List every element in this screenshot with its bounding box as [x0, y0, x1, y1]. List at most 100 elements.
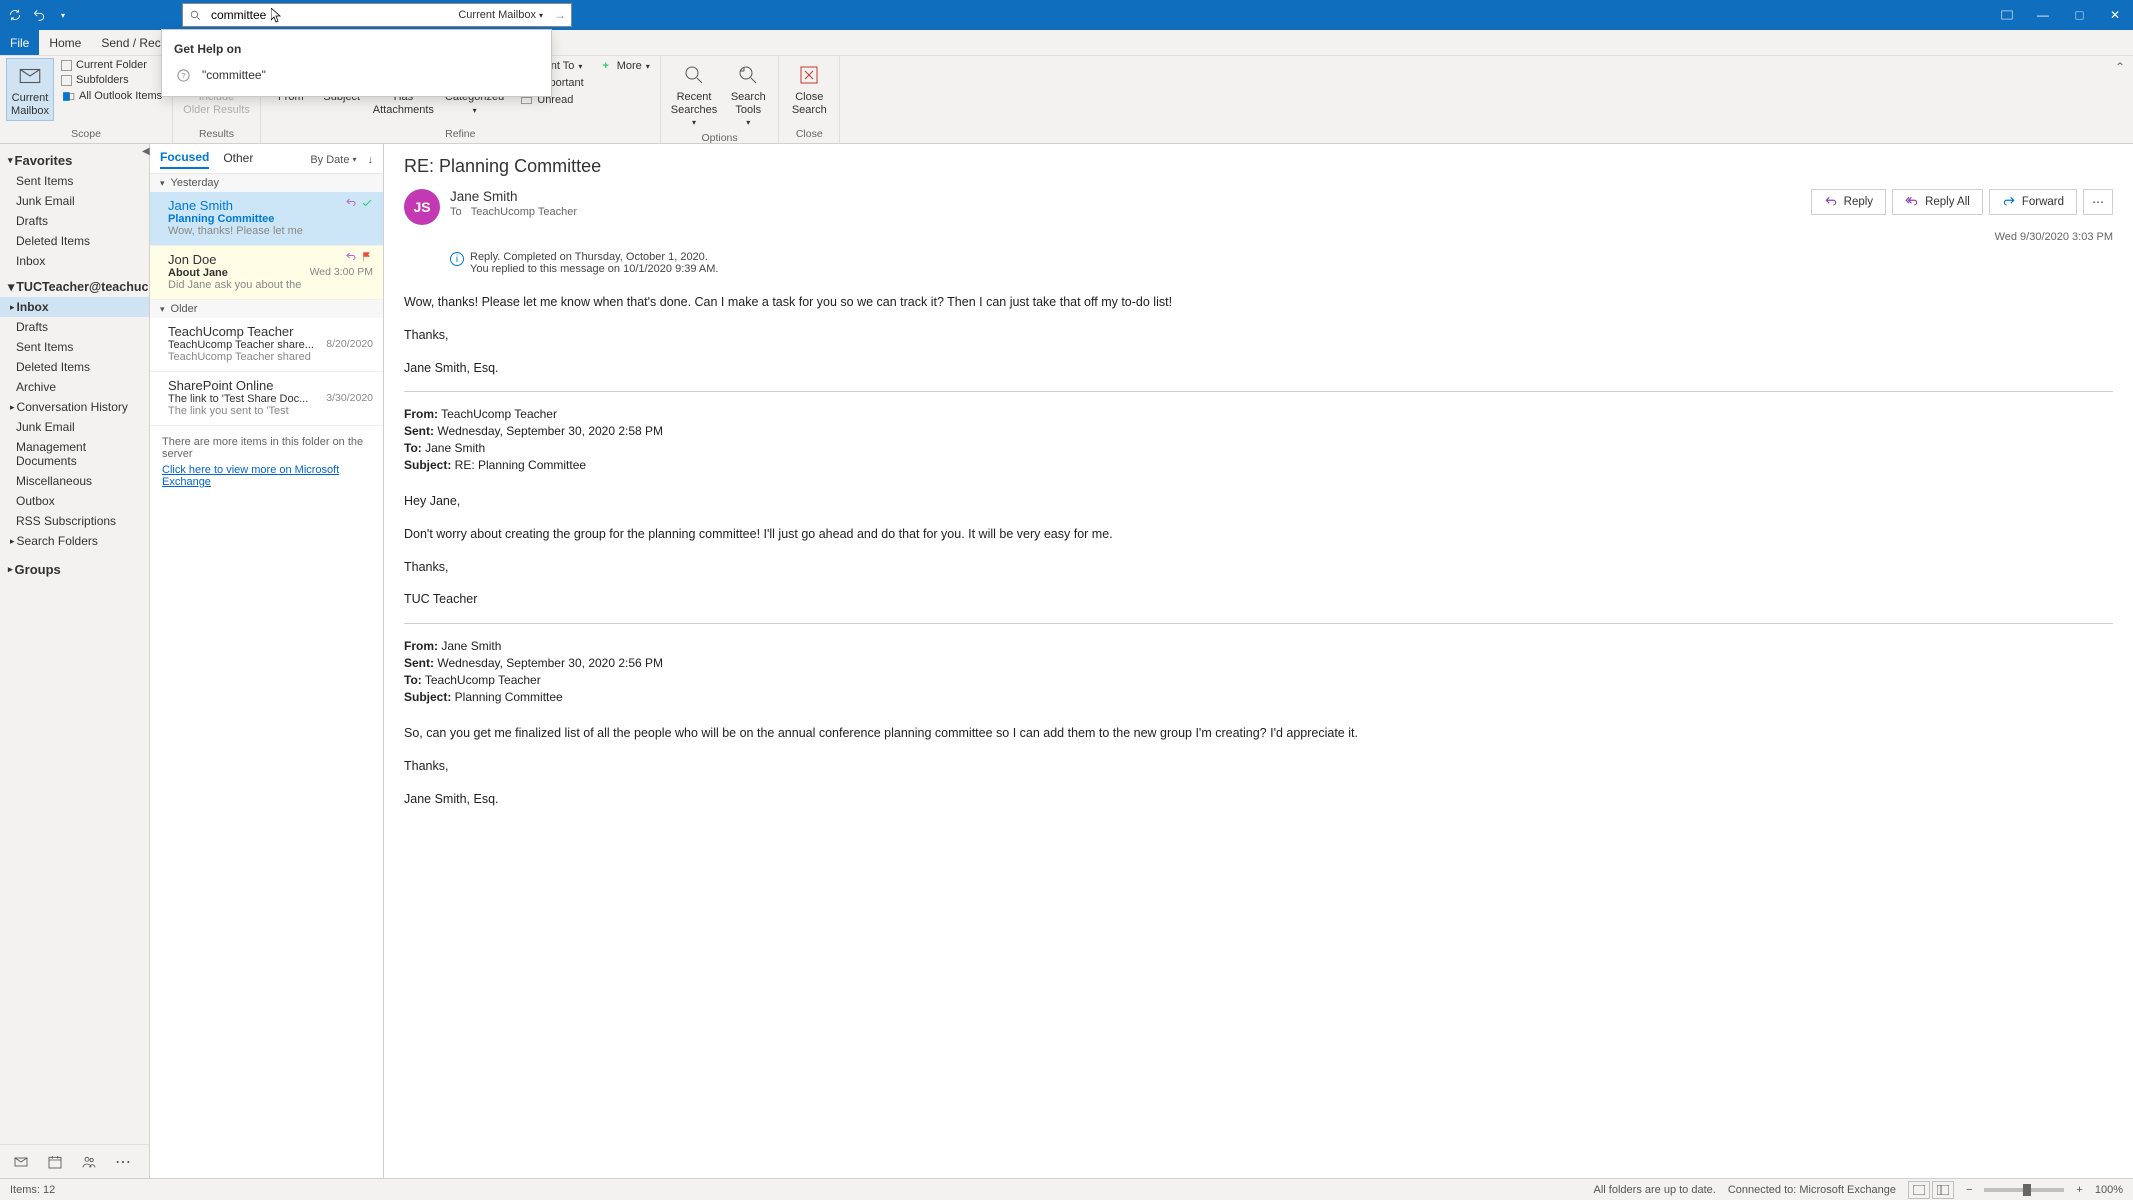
- forward-button[interactable]: Forward: [1989, 189, 2077, 215]
- folder-junk[interactable]: Junk Email: [0, 417, 149, 437]
- load-more-link[interactable]: Click here to view more on Microsoft Exc…: [162, 464, 371, 488]
- help-suggestion-item[interactable]: ? "committee": [162, 62, 551, 88]
- undo-icon[interactable]: [30, 6, 48, 24]
- view-reading-icon[interactable]: [1932, 1181, 1954, 1199]
- zoom-in-icon[interactable]: +: [2076, 1184, 2082, 1196]
- maximize-icon[interactable]: [2067, 3, 2091, 27]
- avatar: JS: [404, 189, 440, 225]
- scope-current-mailbox[interactable]: Current Mailbox: [6, 58, 54, 121]
- svg-text:?: ?: [181, 71, 185, 80]
- menu-home[interactable]: Home: [39, 30, 91, 55]
- message-preview: Did Jane ask you about the: [168, 279, 373, 291]
- close-search-icon: [795, 61, 823, 89]
- group-older[interactable]: ▾Older: [150, 300, 383, 318]
- reply-icon: [345, 197, 357, 209]
- account-section[interactable]: ▾TUCTeacher@teachuc...: [0, 271, 149, 297]
- folder-misc[interactable]: Miscellaneous: [0, 471, 149, 491]
- minimize-icon[interactable]: —: [2031, 3, 2055, 27]
- scope-all-outlook[interactable]: All Outlook Items: [57, 88, 166, 104]
- close-icon[interactable]: ✕: [2103, 3, 2127, 27]
- chevron-right-icon: ▸: [8, 564, 13, 575]
- folder-inbox-fav[interactable]: Inbox: [0, 251, 149, 271]
- message-preview: The link you sent to 'Test: [168, 405, 373, 417]
- chevron-right-icon: ▸: [10, 302, 15, 313]
- sort-dropdown[interactable]: By Date▾↓: [310, 154, 373, 166]
- folder-junk-fav[interactable]: Junk Email: [0, 191, 149, 211]
- search-tools[interactable]: Search Tools▾: [724, 58, 772, 130]
- message-preview: TeachUcomp Teacher shared: [168, 351, 373, 363]
- folder-deleted-fav[interactable]: Deleted Items: [0, 231, 149, 251]
- folder-inbox[interactable]: ▸Inbox: [0, 297, 149, 317]
- more-actions-button[interactable]: ⋯: [2083, 189, 2113, 215]
- refine-more[interactable]: +More▾: [595, 58, 654, 74]
- message-item[interactable]: SharePoint Online 3/30/2020 The link to …: [150, 372, 383, 426]
- folder-drafts[interactable]: Drafts: [0, 317, 149, 337]
- message-date: 8/20/2020: [326, 338, 373, 350]
- view-normal-icon[interactable]: [1908, 1181, 1930, 1199]
- people-nav-icon[interactable]: [80, 1153, 98, 1171]
- zoom-out-icon[interactable]: −: [1966, 1184, 1972, 1196]
- reply-icon: [1824, 195, 1838, 209]
- menu-file[interactable]: File: [0, 30, 39, 55]
- qat-dropdown-icon[interactable]: ▾: [54, 6, 72, 24]
- folder-rss[interactable]: RSS Subscriptions: [0, 511, 149, 531]
- recent-searches[interactable]: Recent Searches▾: [667, 58, 721, 130]
- menu-send-receive[interactable]: Send / Rec: [91, 30, 170, 55]
- search-icon: [183, 9, 207, 22]
- folder-management-docs[interactable]: Management Documents: [0, 437, 149, 471]
- zoom-level: 100%: [2095, 1184, 2123, 1196]
- folder-pane-collapse-icon[interactable]: ◀: [138, 144, 154, 159]
- plus-icon: +: [599, 59, 613, 73]
- folder-sent-items[interactable]: Sent Items: [0, 337, 149, 357]
- message-item[interactable]: Jon Doe Wed 3:00 PM About Jane Did Jane …: [150, 246, 383, 300]
- groups-section[interactable]: ▸Groups: [0, 559, 149, 580]
- folder-archive[interactable]: Archive: [0, 377, 149, 397]
- zoom-slider[interactable]: [1984, 1188, 2064, 1192]
- quoted-header: From: TeachUcomp Teacher Sent: Wednesday…: [404, 406, 2113, 473]
- message-date: 3/30/2020: [326, 392, 373, 404]
- search-submit-icon[interactable]: →: [549, 8, 571, 22]
- reply-all-button[interactable]: Reply All: [1892, 189, 1983, 215]
- folder-drafts-fav[interactable]: Drafts: [0, 211, 149, 231]
- search-input[interactable]: [207, 8, 452, 22]
- display-options-icon[interactable]: [1995, 3, 2019, 27]
- message-from: TeachUcomp Teacher: [168, 324, 373, 339]
- item-count: Items: 12: [10, 1184, 55, 1196]
- close-search[interactable]: Close Search: [785, 58, 833, 119]
- reading-pane: RE: Planning Committee JS Jane Smith To …: [384, 144, 2133, 1178]
- ribbon-collapse-icon[interactable]: ⌃: [2107, 56, 2133, 143]
- reading-timestamp: Wed 9/30/2020 3:03 PM: [1995, 231, 2113, 243]
- chevron-down-icon: ▾: [160, 178, 165, 189]
- more-nav-icon[interactable]: ⋯: [114, 1153, 132, 1171]
- tab-focused[interactable]: Focused: [160, 150, 209, 169]
- chevron-down-icon: ▾: [8, 155, 13, 166]
- reading-body[interactable]: Wow, thanks! Please let me know when tha…: [384, 279, 2133, 1178]
- help-icon: ?: [174, 66, 192, 84]
- calendar-nav-icon[interactable]: [46, 1153, 64, 1171]
- sync-icon[interactable]: [6, 6, 24, 24]
- scope-subfolders[interactable]: Subfolders: [57, 73, 166, 87]
- statusbar: Items: 12 All folders are up to date. Co…: [0, 1178, 2133, 1200]
- tab-other[interactable]: Other: [223, 151, 253, 168]
- flag-icon: [361, 251, 373, 263]
- reply-icon: [345, 251, 357, 263]
- folder-pane: ▾Favorites Sent Items Junk Email Drafts …: [0, 144, 150, 1178]
- reply-button[interactable]: Reply: [1811, 189, 1886, 215]
- forward-icon: [2002, 195, 2016, 209]
- search-scope-dropdown[interactable]: Current Mailbox▾: [452, 9, 549, 21]
- favorites-section[interactable]: ▾Favorites: [0, 150, 149, 171]
- folder-search-folders[interactable]: ▸Search Folders: [0, 531, 149, 551]
- folder-sent-items-fav[interactable]: Sent Items: [0, 171, 149, 191]
- scope-current-folder[interactable]: Current Folder: [57, 58, 166, 72]
- folder-outbox[interactable]: Outbox: [0, 491, 149, 511]
- message-item[interactable]: Jane Smith Planning Committee Wow, thank…: [150, 192, 383, 246]
- group-yesterday[interactable]: ▾Yesterday: [150, 174, 383, 192]
- message-date: Wed 3:00 PM: [310, 266, 373, 278]
- reading-to: To TeachUcomp Teacher: [450, 206, 1801, 218]
- mailbox-icon: [16, 62, 44, 90]
- folder-conversation-history[interactable]: ▸Conversation History: [0, 397, 149, 417]
- message-item[interactable]: TeachUcomp Teacher 8/20/2020 TeachUcomp …: [150, 318, 383, 372]
- folder-deleted-items[interactable]: Deleted Items: [0, 357, 149, 377]
- mail-nav-icon[interactable]: [12, 1153, 30, 1171]
- connection-status: Connected to: Microsoft Exchange: [1728, 1184, 1896, 1196]
